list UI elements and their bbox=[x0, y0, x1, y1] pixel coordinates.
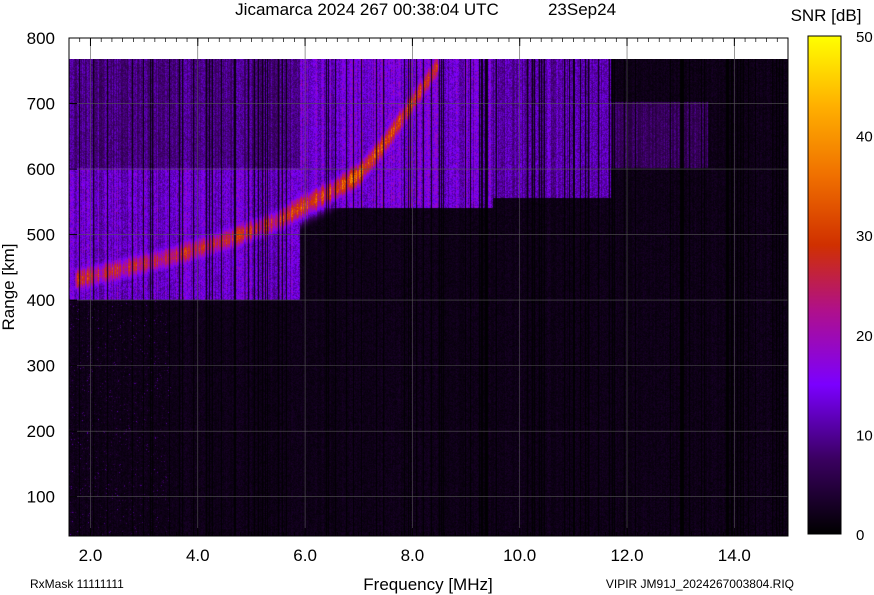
figure-title: Jicamarca 2024 267 00:38:04 UTC bbox=[235, 0, 499, 19]
colorbar-tick-label: 0 bbox=[856, 527, 864, 544]
heatmap-area bbox=[69, 59, 788, 536]
colorbar-label: SNR [dB] bbox=[791, 6, 862, 25]
x-tick-label: 2.0 bbox=[79, 546, 103, 565]
ionogram-figure: Jicamarca 2024 267 00:38:04 UTC 23Sep24 … bbox=[0, 0, 873, 594]
y-tick-label: 500 bbox=[27, 226, 55, 245]
colorbar-tick-label: 50 bbox=[856, 29, 873, 46]
x-tick-label: 8.0 bbox=[401, 546, 425, 565]
colorbar-ticks: 0 10 20 30 40 50 bbox=[856, 29, 873, 544]
x-tick-label: 10.0 bbox=[503, 546, 536, 565]
figure-date: 23Sep24 bbox=[548, 0, 616, 19]
y-axis-label: Range [km] bbox=[0, 244, 18, 331]
x-tick-label: 14.0 bbox=[718, 546, 751, 565]
y-tick-label: 700 bbox=[27, 95, 55, 114]
footer-file: VIPIR JM91J_2024267003804.RIQ bbox=[606, 577, 794, 591]
colorbar-tick-label: 20 bbox=[856, 328, 873, 345]
y-tick-label: 800 bbox=[27, 29, 55, 48]
y-tick-label: 100 bbox=[27, 488, 55, 507]
x-tick-label: 4.0 bbox=[186, 546, 210, 565]
y-tick-label: 300 bbox=[27, 357, 55, 376]
colorbar-tick-label: 30 bbox=[856, 228, 873, 245]
x-axis-label: Frequency [MHz] bbox=[363, 575, 492, 594]
colorbar-tick-label: 10 bbox=[856, 427, 873, 444]
x-tick-label: 12.0 bbox=[610, 546, 643, 565]
y-tick-label: 200 bbox=[27, 422, 55, 441]
colorbar bbox=[807, 35, 842, 535]
y-tick-label: 400 bbox=[27, 291, 55, 310]
y-tick-label: 600 bbox=[27, 160, 55, 179]
x-tick-label: 6.0 bbox=[293, 546, 317, 565]
footer-rxmask: RxMask 11111111 bbox=[30, 577, 124, 591]
colorbar-tick-label: 40 bbox=[856, 129, 873, 146]
